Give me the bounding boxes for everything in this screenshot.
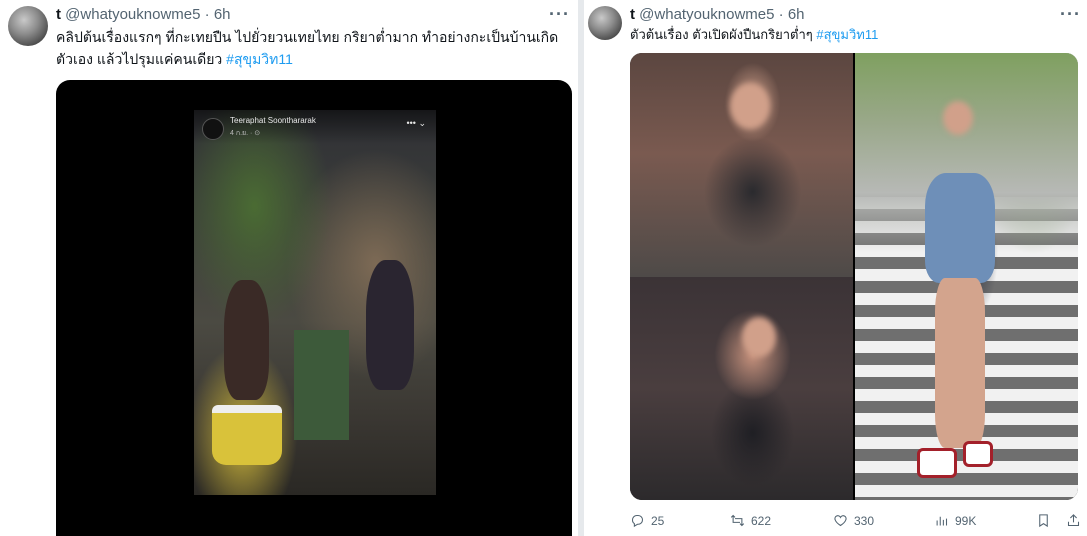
photo-3[interactable]: [855, 53, 1078, 500]
tweet-header: t @whatyouknowme5 · 6h: [56, 6, 231, 24]
heart-icon: [834, 515, 847, 527]
tweet-text: ตัวต้นเรื่อง ตัวเปิดผังปืนกริยาต่ำๆ #สุข…: [630, 24, 1087, 46]
person-figure: [224, 280, 269, 400]
person-figure: [925, 173, 995, 283]
sneaker-right: [963, 441, 993, 467]
hashtag-link[interactable]: #สุขุมวิท11: [226, 51, 293, 67]
separator-dot: ·: [204, 6, 210, 23]
market-stall: [294, 330, 349, 440]
yellow-basket: [212, 405, 282, 465]
person-figure: [935, 278, 985, 448]
repost-button[interactable]: 622: [730, 513, 771, 528]
bookmark-icon: [1039, 514, 1048, 528]
reply-button[interactable]: 25: [630, 513, 664, 528]
more-horizontal-icon[interactable]: ···: [549, 4, 570, 25]
avatar[interactable]: [588, 6, 622, 40]
views-icon: [936, 516, 948, 526]
tweet-right[interactable]: t @whatyouknowme5 · 6h ··· ตัวต้นเรื่อง …: [578, 0, 1087, 536]
person-figure: [366, 260, 414, 390]
reply-count: 25: [651, 513, 665, 528]
views-button[interactable]: 99K: [934, 513, 976, 528]
video-menu-icon: ••• ⌄: [406, 118, 427, 128]
sneaker-left: [917, 448, 957, 478]
like-count: 330: [854, 513, 875, 528]
user-handle[interactable]: @whatyouknowme5: [639, 6, 774, 23]
video-account-avatar: [202, 118, 224, 140]
tweet-text: คลิปต้นเรื่องแรกๆ ที่กะเทยปืน ไปยั่วยวนเ…: [56, 26, 571, 70]
video-player[interactable]: Teeraphat Soonthararak 4 ก.ย. · ⊙ ••• ⌄: [56, 80, 572, 536]
tweet-left[interactable]: t @whatyouknowme5 · 6h ··· คลิปต้นเรื่อง…: [0, 0, 578, 536]
timestamp[interactable]: 6h: [788, 6, 805, 23]
display-name[interactable]: t: [630, 6, 635, 23]
share-icon: [1067, 514, 1080, 527]
repost-icon: [730, 514, 745, 527]
photo-grid: [630, 53, 1078, 500]
repost-count: 622: [751, 513, 772, 528]
photo-1[interactable]: [630, 53, 853, 277]
display-name[interactable]: t: [56, 6, 61, 23]
blurred-face: [742, 317, 776, 357]
reply-icon: [631, 514, 644, 528]
tweet-text-line-1: คลิปต้นเรื่องแรกๆ ที่กะเทยปืน ไปยั่วยวนเ…: [56, 29, 559, 45]
tweet-text-body: ตัวต้นเรื่อง ตัวเปิดผังปืนกริยาต่ำๆ: [630, 27, 817, 42]
like-button[interactable]: 330: [833, 513, 874, 528]
blurred-face: [730, 83, 770, 129]
photo-2[interactable]: [630, 277, 853, 500]
blurred-face: [943, 101, 973, 135]
action-bar: 25 622 330 99K: [630, 513, 1087, 533]
user-handle[interactable]: @whatyouknowme5: [65, 6, 200, 23]
timestamp[interactable]: 6h: [214, 6, 231, 23]
video-account-name: Teeraphat Soonthararak: [230, 116, 316, 125]
tweet-text-line-2: ตัวเอง แล้วไปรุมแค่คนเดียว: [56, 51, 227, 67]
video-account-subtitle: 4 ก.ย. · ⊙: [230, 130, 261, 137]
tweet-header: t @whatyouknowme5 · 6h: [630, 6, 805, 24]
share-button[interactable]: [1066, 513, 1081, 528]
avatar[interactable]: [8, 6, 48, 46]
hashtag-link[interactable]: #สุขุมวิท11: [816, 27, 878, 42]
bookmark-button[interactable]: [1036, 513, 1051, 528]
separator-dot: ·: [778, 6, 784, 23]
more-horizontal-icon[interactable]: ···: [1060, 4, 1081, 25]
video-content[interactable]: Teeraphat Soonthararak 4 ก.ย. · ⊙ ••• ⌄: [194, 110, 436, 495]
view-count: 99K: [955, 513, 977, 528]
